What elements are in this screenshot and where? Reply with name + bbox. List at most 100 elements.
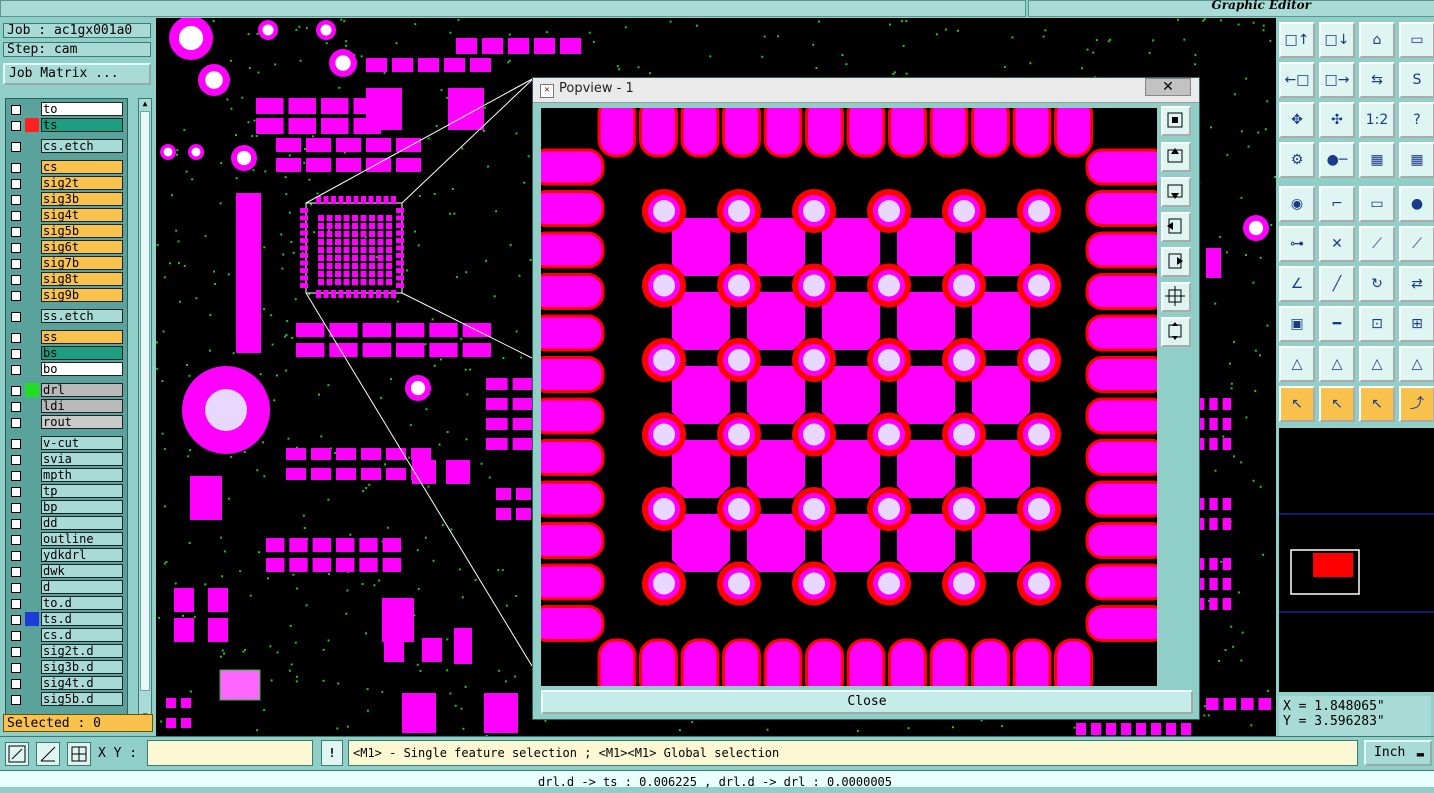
pointer-box-icon[interactable]: ↖ [1319, 386, 1355, 422]
layer-checkbox[interactable] [11, 663, 21, 673]
layer-name[interactable]: svia [41, 452, 123, 466]
window-close-icon[interactable]: ✕ [1145, 78, 1191, 96]
pv-fit-icon[interactable] [1161, 282, 1191, 312]
measure-icon[interactable] [36, 742, 60, 766]
home-icon[interactable]: ⌂ [1359, 22, 1395, 58]
layer-name[interactable]: bp [41, 500, 123, 514]
reshape-icon[interactable]: S [1399, 62, 1434, 98]
layer-name[interactable]: tp [41, 484, 123, 498]
cross-icon[interactable]: ✕ [1319, 226, 1355, 262]
layer-color-swatch[interactable] [25, 139, 39, 153]
layer-color-swatch[interactable] [25, 516, 39, 530]
layer-color-swatch[interactable] [25, 532, 39, 546]
popview-close-button[interactable]: Close [541, 690, 1193, 714]
layer-color-swatch[interactable] [25, 628, 39, 642]
layer-checkbox[interactable] [11, 471, 21, 481]
unit-select[interactable]: Inch ▬ [1364, 740, 1432, 766]
point-link-icon[interactable]: ⟋ [1359, 226, 1395, 262]
layer-checkbox[interactable] [11, 615, 21, 625]
layer-checkbox[interactable] [11, 695, 21, 705]
layers-b-icon[interactable]: ▦ [1399, 142, 1434, 178]
layer-color-swatch[interactable] [25, 208, 39, 222]
layer-checkbox[interactable] [11, 312, 21, 322]
layer-color-swatch[interactable] [25, 548, 39, 562]
fit-icon[interactable]: ✥ [1279, 102, 1315, 138]
layer-row[interactable]: ts.d [6, 611, 127, 627]
popview-titlebar[interactable]: ✕ Popview - 1 ✕ [533, 78, 1199, 103]
layer-checkbox[interactable] [11, 275, 21, 285]
help-icon[interactable]: ? [1399, 102, 1434, 138]
layer-name[interactable]: sig2t [41, 176, 123, 190]
layer-name[interactable]: sig9b [41, 288, 123, 302]
layer-name[interactable]: ts.d [41, 612, 123, 626]
scroll-up-icon[interactable]: ▲ [140, 99, 150, 109]
layer-checkbox[interactable] [11, 333, 21, 343]
layer-row[interactable]: sig7b [6, 255, 127, 271]
layer-name[interactable]: sig7b [41, 256, 123, 270]
layer-name[interactable]: sig4t [41, 208, 123, 222]
layer-row[interactable]: dwk [6, 563, 127, 579]
layer-name[interactable]: sig3b.d [41, 660, 123, 674]
grid-icon[interactable] [67, 742, 91, 766]
layer-checkbox[interactable] [11, 439, 21, 449]
layer-name[interactable]: sig5b.d [41, 692, 123, 706]
layer-name[interactable]: ldi [41, 399, 123, 413]
layer-checkbox[interactable] [11, 163, 21, 173]
swap-icon[interactable]: ⇆ [1359, 62, 1395, 98]
layer-color-swatch[interactable] [25, 580, 39, 594]
line-add-icon[interactable]: ⌐ [1319, 186, 1355, 222]
layer-checkbox[interactable] [11, 195, 21, 205]
layer-checkbox[interactable] [11, 551, 21, 561]
layer-row[interactable]: sig9b [6, 287, 127, 303]
scroll-thumb[interactable] [140, 111, 150, 691]
layer-name[interactable]: sig8t [41, 272, 123, 286]
layer-row[interactable]: sig5b [6, 223, 127, 239]
layer-name[interactable]: cs.etch [41, 139, 123, 153]
layer-row[interactable]: sig4t.d [6, 675, 127, 691]
group-icon[interactable]: ⊞ [1399, 306, 1434, 342]
layer-row[interactable]: sig5b.d [6, 691, 127, 707]
layer-name[interactable]: dd [41, 516, 123, 530]
layer-name[interactable]: sig5b [41, 224, 123, 238]
center-icon[interactable]: ✣ [1319, 102, 1355, 138]
layer-row[interactable]: dd [6, 515, 127, 531]
layer-row[interactable]: bp [6, 499, 127, 515]
layer-checkbox[interactable] [11, 647, 21, 657]
layer-checkbox[interactable] [11, 243, 21, 253]
layer-row[interactable]: ldi [6, 398, 127, 414]
slash-icon[interactable]: ╱ [1319, 266, 1355, 302]
layer-color-swatch[interactable] [25, 309, 39, 323]
layer-row[interactable]: sig3b [6, 191, 127, 207]
layer-checkbox[interactable] [11, 121, 21, 131]
layer-row[interactable]: outline [6, 531, 127, 547]
arc-b-icon[interactable]: △ [1319, 346, 1355, 382]
route-icon[interactable]: ⤴ [1399, 386, 1434, 422]
flip-icon[interactable]: ⇄ [1399, 266, 1434, 302]
layer-checkbox[interactable] [11, 386, 21, 396]
layer-color-swatch[interactable] [25, 346, 39, 360]
layer-checkbox[interactable] [11, 291, 21, 301]
layer-checkbox[interactable] [11, 227, 21, 237]
layer-color-swatch[interactable] [25, 240, 39, 254]
layer-checkbox[interactable] [11, 631, 21, 641]
frame-icon[interactable]: ⊡ [1359, 306, 1395, 342]
layer-color-swatch[interactable] [25, 160, 39, 174]
layer-color-swatch[interactable] [25, 176, 39, 190]
layer-checkbox[interactable] [11, 567, 21, 577]
layer-row[interactable]: to [6, 101, 127, 117]
layer-color-swatch[interactable] [25, 102, 39, 116]
pv-pan-left-icon[interactable] [1161, 212, 1191, 242]
layer-checkbox[interactable] [11, 259, 21, 269]
layer-name[interactable]: to [41, 102, 123, 116]
layer-checkbox[interactable] [11, 211, 21, 221]
layer-color-swatch[interactable] [25, 644, 39, 658]
circle-icon[interactable]: ● [1399, 186, 1434, 222]
pv-pan-down-icon[interactable] [1161, 177, 1191, 207]
popview-canvas[interactable] [541, 108, 1157, 686]
layer-color-swatch[interactable] [25, 676, 39, 690]
layer-name[interactable]: sig3b [41, 192, 123, 206]
layer-row[interactable]: sig8t [6, 271, 127, 287]
layer-name[interactable]: ss.etch [41, 309, 123, 323]
pv-pan-up-icon[interactable] [1161, 142, 1191, 172]
layer-name[interactable]: sig4t.d [41, 676, 123, 690]
